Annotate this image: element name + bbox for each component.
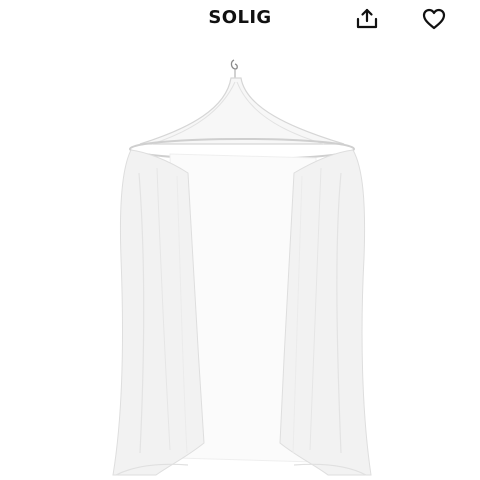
product-header: SOLIG [0, 0, 480, 40]
canopy-image [112, 59, 372, 476]
heart-icon [421, 7, 447, 31]
share-icon [354, 6, 380, 32]
product-image[interactable] [96, 58, 386, 478]
product-title: SOLIG [208, 7, 272, 28]
share-button[interactable] [350, 2, 384, 36]
favorite-button[interactable] [417, 2, 451, 36]
